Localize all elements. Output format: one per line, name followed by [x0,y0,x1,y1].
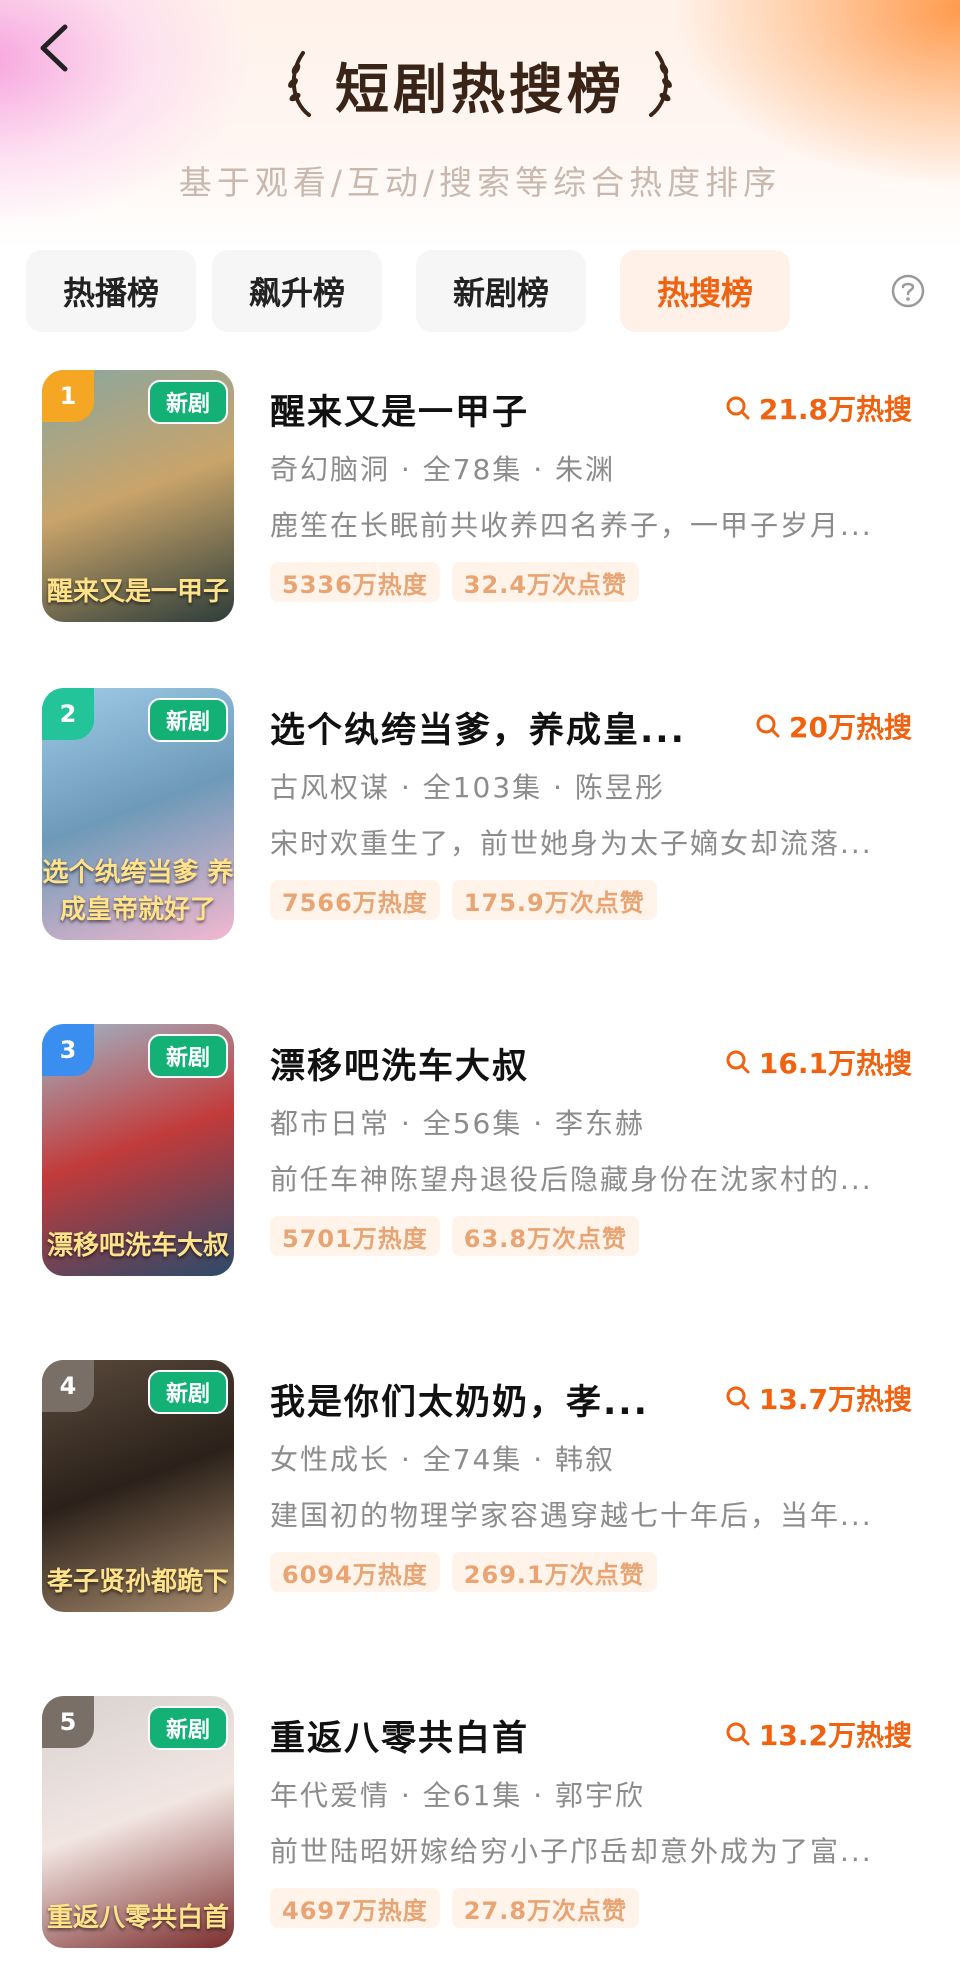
list-item[interactable]: 3 新剧 漂移吧洗车大叔 漂移吧洗车大叔 16.1万热搜 都市日常 · 全56集… [0,1024,960,1284]
list-item[interactable]: 5 新剧 重返八零共白首 重返八零共白首 13.2万热搜 年代爱情 · 全61集… [0,1696,960,1956]
search-icon [726,1050,750,1074]
rank-badge: 4 [42,1360,94,1412]
new-drama-badge: 新剧 [148,380,228,424]
poster-title-text: 重返八零共白首 [46,1903,229,1933]
hot-search-count: 13.2万热搜 [725,1714,912,1754]
tab-rising[interactable]: 飙升榜 [212,250,382,332]
search-icon [726,396,750,420]
new-drama-badge: 新剧 [148,1370,228,1414]
rank-badge: 3 [42,1024,94,1076]
search-icon [726,1386,750,1410]
header-background [0,0,960,250]
drama-title[interactable]: 我是你们太奶奶，孝... [270,1374,710,1425]
poster-title-text: 醒来又是一甲子 [46,577,229,607]
likes-tag: 27.8万次点赞 [451,1888,640,1928]
rank-badge: 5 [42,1696,94,1748]
drama-description: 建国初的物理学家容遇穿越七十年后，当年... [270,1499,873,1532]
poster-title-text: 漂移吧洗车大叔 [46,1231,229,1261]
drama-meta: 古风权谋 · 全103集 · 陈昱彤 [270,771,665,804]
drama-description: 鹿笙在长眠前共收养四名养子，一甲子岁月... [270,509,873,542]
list-item[interactable]: 4 新剧 孝子贤孙都跪下 我是你们太奶奶，孝... 13.7万热搜 女性成长 ·… [0,1360,960,1620]
tab-hot-search[interactable]: 热搜榜 [620,250,790,332]
new-drama-badge: 新剧 [148,1034,228,1078]
new-drama-badge: 新剧 [148,698,228,742]
heat-tag: 6094万热度 [270,1552,440,1592]
poster-image[interactable]: 1 新剧 醒来又是一甲子 [42,370,234,622]
stat-row: 6094万热度 269.1万次点赞 [270,1552,657,1592]
poster-image[interactable]: 5 新剧 重返八零共白首 [42,1696,234,1948]
likes-tag: 32.4万次点赞 [451,562,640,602]
hot-search-count: 16.1万热搜 [725,1042,912,1082]
heat-tag: 7566万热度 [270,880,440,920]
drama-title[interactable]: 醒来又是一甲子 [270,384,710,435]
ranking-tabs: 热播榜 飙升榜 新剧榜 热搜榜 [26,250,936,332]
tab-hot-play[interactable]: 热播榜 [26,250,196,332]
likes-tag: 269.1万次点赞 [451,1552,657,1592]
hot-search-count: 20万热搜 [755,706,912,746]
drama-description: 前任车神陈望舟退役后隐藏身份在沈家村的... [270,1163,873,1196]
list-item[interactable]: 1 新剧 醒来又是一甲子 醒来又是一甲子 21.8万热搜 奇幻脑洞 · 全78集… [0,370,960,630]
stat-row: 5336万热度 32.4万次点赞 [270,562,640,602]
new-drama-badge: 新剧 [148,1706,228,1750]
list-item[interactable]: 2 新剧 选个纨绔当爹 养成皇帝就好了 选个纨绔当爹，养成皇... 20万热搜 … [0,688,960,948]
rank-badge: 2 [42,688,94,740]
drama-meta: 奇幻脑洞 · 全78集 · 朱渊 [270,453,616,486]
poster-image[interactable]: 3 新剧 漂移吧洗车大叔 [42,1024,234,1276]
poster-title-text: 孝子贤孙都跪下 [46,1567,229,1597]
drama-title[interactable]: 漂移吧洗车大叔 [270,1038,710,1089]
hot-search-count: 13.7万热搜 [725,1378,912,1418]
laurel-left-icon [288,51,311,117]
rank-badge: 1 [42,370,94,422]
poster-image[interactable]: 4 新剧 孝子贤孙都跪下 [42,1360,234,1612]
likes-tag: 63.8万次点赞 [451,1216,640,1256]
laurel-right-icon [649,51,672,117]
heat-tag: 5701万热度 [270,1216,440,1256]
drama-title[interactable]: 选个纨绔当爹，养成皇... [270,702,710,753]
stat-row: 5701万热度 63.8万次点赞 [270,1216,640,1256]
drama-meta: 都市日常 · 全56集 · 李东赫 [270,1107,646,1140]
page-subtitle: 基于观看/互动/搜索等综合热度排序 [178,163,782,202]
drama-meta: 女性成长 · 全74集 · 韩叙 [270,1443,616,1476]
heat-tag: 5336万热度 [270,562,440,602]
help-icon[interactable] [890,273,926,309]
stat-row: 4697万热度 27.8万次点赞 [270,1888,640,1928]
hot-search-text: 21.8万热搜 [758,393,912,426]
poster-image[interactable]: 2 新剧 选个纨绔当爹 养成皇帝就好了 [42,688,234,940]
drama-description: 前世陆昭妍嫁给穷小子邝岳却意外成为了富... [270,1835,873,1868]
stat-row: 7566万热度 175.9万次点赞 [270,880,657,920]
likes-tag: 175.9万次点赞 [451,880,657,920]
hot-search-text: 20万热搜 [789,711,912,744]
title-row: 短剧热搜榜 [0,44,960,124]
page-title: 短剧热搜榜 [335,57,625,121]
poster-title-text: 选个纨绔当爹 养成皇帝就好了 [42,858,234,925]
drama-title[interactable]: 重返八零共白首 [270,1710,710,1761]
drama-description: 宋时欢重生了，前世她身为太子嫡女却流落... [270,827,873,860]
drama-meta: 年代爱情 · 全61集 · 郭宇欣 [270,1779,646,1812]
tab-new-drama[interactable]: 新剧榜 [416,250,586,332]
hot-search-text: 13.2万热搜 [758,1719,912,1752]
hot-search-text: 13.7万热搜 [758,1383,912,1416]
heat-tag: 4697万热度 [270,1888,440,1928]
search-icon [756,714,780,738]
hot-search-count: 21.8万热搜 [725,388,912,428]
search-icon [726,1722,750,1746]
hot-search-text: 16.1万热搜 [758,1047,912,1080]
